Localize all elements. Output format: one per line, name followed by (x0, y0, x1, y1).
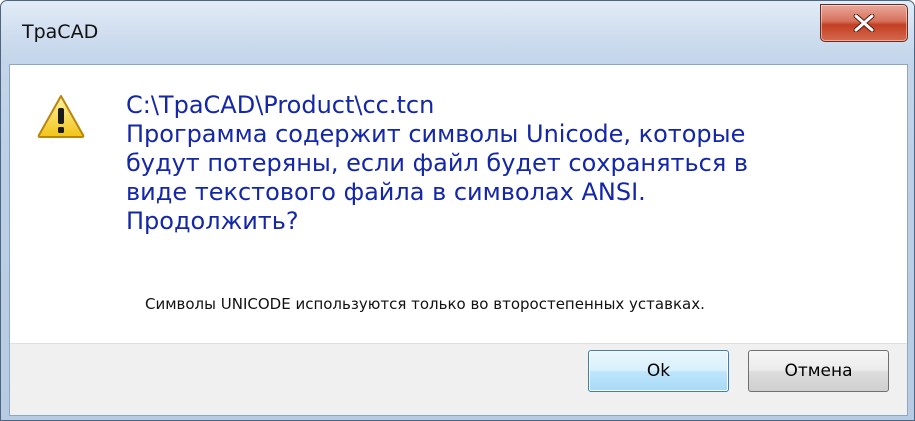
close-button[interactable] (820, 4, 908, 42)
message-text: C:\TpaCAD\Product\cc.tcn Программа содер… (126, 91, 886, 236)
file-path: C:\TpaCAD\Product\cc.tcn (126, 91, 435, 119)
message-line: будут потеряны, если файл будет сохранят… (126, 149, 749, 177)
dialog-body: C:\TpaCAD\Product\cc.tcn Программа содер… (9, 64, 908, 416)
warning-icon (37, 95, 85, 138)
close-icon (853, 14, 875, 32)
dialog-window: TpaCAD C:\TpaCAD\Product\cc.tcn Программ… (0, 0, 915, 421)
cancel-button[interactable]: Отмена (748, 350, 889, 392)
window-title: TpaCAD (22, 21, 99, 43)
ok-button[interactable]: Ok (588, 350, 729, 392)
note-text: Символы UNICODE используются только во в… (145, 295, 705, 313)
message-line: виде текстового файла в символах ANSI. (126, 178, 646, 206)
title-bar[interactable]: TpaCAD (1, 1, 914, 63)
message-line: Программа содержит символы Unicode, кото… (126, 120, 746, 148)
message-line: Продолжить? (126, 207, 299, 235)
